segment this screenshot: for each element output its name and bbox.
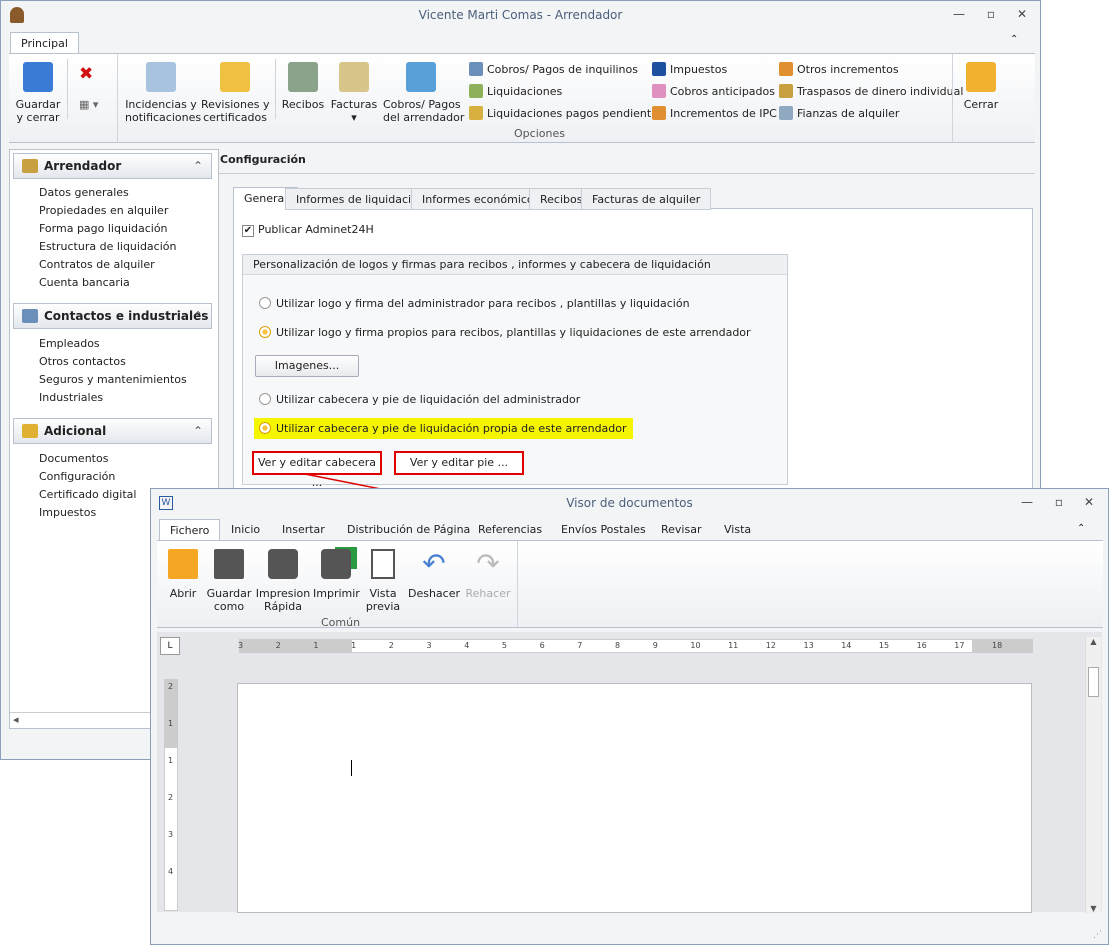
doc-window-title: Visor de documentos (566, 496, 693, 510)
rehacer-button: ↷ Rehacer (465, 547, 511, 601)
ruler-label: 3 (168, 830, 174, 839)
tab-envios[interactable]: Envíos Postales (551, 519, 656, 541)
ruler-label: 7 (577, 641, 583, 650)
ruler-label: 12 (765, 641, 776, 650)
tab-fichero[interactable]: Fichero (159, 519, 221, 541)
ruler-label: 13 (803, 641, 814, 650)
ruler-label: 4 (168, 867, 174, 876)
tab-inicio[interactable]: Inicio (221, 519, 270, 541)
tab-distribucion[interactable]: Distribución de Página (337, 519, 480, 541)
ruler-label: 2 (275, 641, 281, 650)
ruler-label: 17 (954, 641, 965, 650)
group-label-comun: Común (321, 616, 361, 629)
doc-ribbon: Abrir Guardar como Impresion Rápida Impr… (157, 540, 1103, 629)
resize-grip[interactable]: ⋰ (1093, 930, 1102, 940)
ruler-label: 9 (652, 641, 658, 650)
tab-referencias[interactable]: Referencias (468, 519, 552, 541)
document-page[interactable] (237, 683, 1032, 913)
doc-collapse-ribbon-icon[interactable]: ⌃ (1077, 523, 1085, 534)
tab-revisar[interactable]: Revisar (651, 519, 711, 541)
doc-maximize-button[interactable]: ▫ (1049, 495, 1069, 509)
ruler-label: 3 (238, 641, 244, 650)
doc-close-button[interactable]: ✕ (1079, 495, 1099, 509)
ruler-label: 15 (878, 641, 890, 650)
vertical-ruler[interactable]: 2 1 1 2 3 4 (164, 679, 178, 911)
preview-icon (371, 549, 395, 579)
ruler-label: 1 (351, 641, 357, 650)
undo-icon: ↶ (422, 547, 446, 580)
tab-vista[interactable]: Vista (714, 519, 761, 541)
tab-stop-selector[interactable]: L (160, 637, 180, 655)
ruler-label: 5 (501, 641, 507, 650)
ruler-label: 2 (168, 682, 174, 691)
ruler-label: 1 (313, 641, 319, 650)
vista-previa-button[interactable]: Vista previa (361, 549, 405, 613)
ruler-label: 2 (168, 793, 174, 802)
document-viewer-window: W Visor de documentos — ▫ ✕ Fichero Inic… (150, 488, 1109, 945)
abrir-button[interactable]: Abrir (163, 549, 203, 600)
ruler-label: 10 (690, 641, 701, 650)
tab-insertar[interactable]: Insertar (272, 519, 335, 541)
ruler-label: 1 (168, 756, 174, 765)
impresion-rapida-button[interactable]: Impresion Rápida (255, 549, 311, 613)
ruler-label: 11 (728, 641, 739, 650)
folder-icon (168, 549, 198, 579)
ruler-label: 18 (992, 641, 1003, 650)
deshacer-button[interactable]: ↶ Deshacer (407, 547, 461, 601)
horizontal-ruler[interactable]: 3 2 1 1 2 3 4 5 6 7 8 9 10 11 12 13 14 15 16 17 18 (238, 639, 1033, 653)
printer-icon (268, 549, 298, 579)
ruler-label: 3 (426, 641, 432, 650)
ruler-label: 14 (841, 641, 852, 650)
print-help-icon (321, 549, 351, 579)
ruler-label: 6 (539, 641, 545, 650)
text-cursor (351, 760, 352, 776)
doc-minimize-button[interactable]: — (1017, 495, 1037, 509)
ruler-label: 1 (168, 719, 174, 728)
ruler-label: 8 (615, 641, 621, 650)
ruler-label: 16 (916, 641, 927, 650)
guardar-como-button[interactable]: Guardar como (205, 549, 253, 613)
redo-icon: ↷ (476, 547, 500, 580)
ruler-label: 4 (464, 641, 470, 650)
imprimir-button[interactable]: Imprimir (313, 549, 360, 600)
save-as-icon (214, 549, 244, 579)
ruler-label: 2 (388, 641, 394, 650)
vertical-scrollbar[interactable]: ▲ ▼ (1085, 637, 1101, 913)
